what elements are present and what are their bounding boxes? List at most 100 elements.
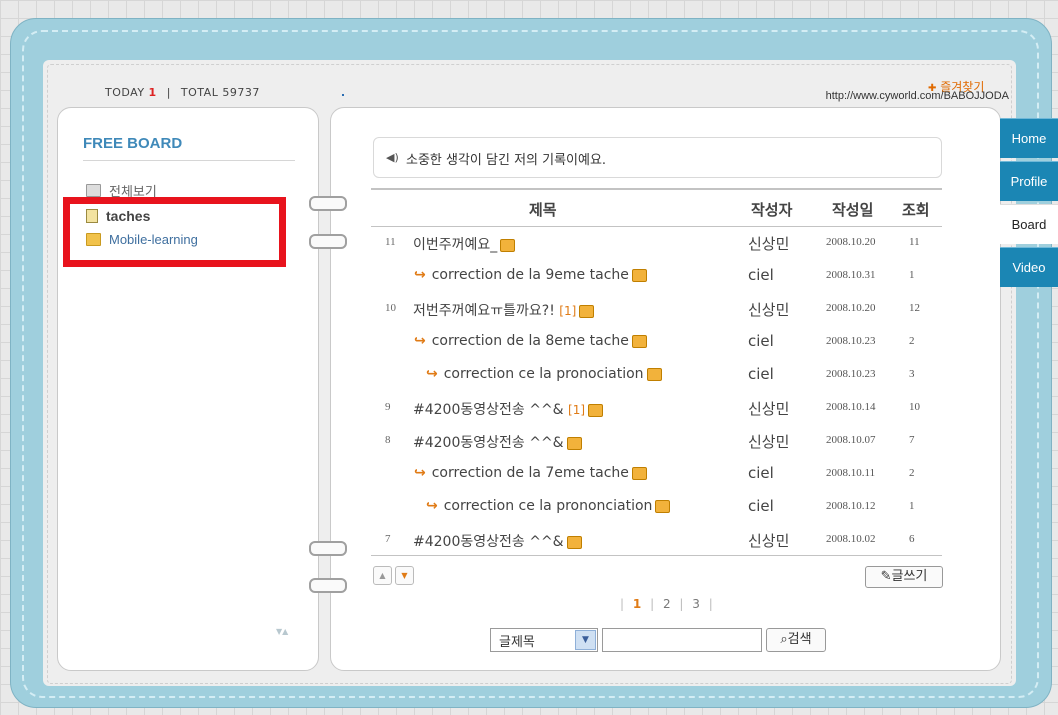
row-number: 11 <box>385 236 396 248</box>
table-row[interactable]: ↪ correction ce la prononciation ciel 2008.… <box>371 491 942 524</box>
title-divider <box>83 160 295 161</box>
total-count: 59737 <box>222 86 260 99</box>
row-subject-link[interactable]: ↪ correction ce la prononciation <box>426 498 671 514</box>
row-author[interactable]: 신상민 <box>748 398 789 419</box>
row-views: 2 <box>909 467 915 479</box>
row-date: 2008.10.02 <box>826 533 876 545</box>
row-author[interactable]: ciel <box>748 365 774 383</box>
row-subject-link[interactable]: #4200동영상전송 ^^& <box>413 531 582 551</box>
table-row[interactable]: ↪ correction de la 8eme tache ciel 2008.10.… <box>371 326 942 359</box>
row-views: 6 <box>909 533 915 545</box>
page-separator: | <box>650 597 655 611</box>
chevron-down-icon[interactable]: ▼ <box>575 630 596 650</box>
row-date: 2008.10.23 <box>826 368 876 380</box>
col-date: 작성일 <box>832 201 874 219</box>
select-value: 글제목 <box>499 635 535 650</box>
tab-profile[interactable]: Profile <box>1000 161 1058 201</box>
row-subject: correction ce la pronociation <box>443 366 644 382</box>
comment-count[interactable]: [1] <box>559 304 576 318</box>
tab-board[interactable]: Board <box>1000 204 1058 244</box>
row-date: 2008.10.20 <box>826 236 876 248</box>
binder-ring <box>309 234 347 249</box>
reply-arrow-icon: ↪ <box>414 333 426 349</box>
row-number: 8 <box>385 434 391 446</box>
homepage-url[interactable]: http://www.cyworld.com/BABOJJODA <box>775 90 1009 102</box>
row-author[interactable]: ciel <box>748 464 774 482</box>
row-views: 1 <box>909 269 915 281</box>
row-author[interactable]: 신상민 <box>748 233 789 254</box>
comment-count[interactable]: [1] <box>568 403 585 417</box>
page-3[interactable]: 3 <box>692 597 700 611</box>
row-author[interactable]: 신상민 <box>748 299 789 320</box>
today-label: TODAY <box>105 86 145 99</box>
table-row[interactable]: 10 저번주꺼예요ㅠ틀까요?! [1] 신상민 2008.10.20 12 <box>371 293 942 326</box>
table-row[interactable]: ↪ correction ce la pronociation ciel 2008.1… <box>371 359 942 392</box>
search-field-select[interactable]: 글제목 ▼ <box>490 628 598 652</box>
tv-icon <box>631 334 647 348</box>
row-author[interactable]: 신상민 <box>748 530 789 551</box>
reply-arrow-icon: ↪ <box>414 267 426 283</box>
search-input[interactable] <box>602 628 762 652</box>
table-header: 제목 작성자 작성일 조회 <box>371 188 942 227</box>
col-subject: 제목 <box>529 201 557 219</box>
row-subject-link[interactable]: #4200동영상전송 ^^& [1] <box>413 399 604 419</box>
message-text: 소중한 생각이 담긴 저의 기록이예요. <box>406 153 607 168</box>
tv-icon <box>631 268 647 282</box>
row-subject-link[interactable]: ↪ correction de la 7eme tache <box>414 465 647 481</box>
row-subject-link[interactable]: 저번주꺼예요ㅠ틀까요?! [1] <box>413 300 595 320</box>
triangle-icon: ▼▲ <box>276 627 289 636</box>
row-views: 12 <box>909 302 920 314</box>
page-1[interactable]: 1 <box>633 597 641 611</box>
page-2[interactable]: 2 <box>663 597 671 611</box>
tab-home[interactable]: Home <box>1000 118 1058 158</box>
row-date: 2008.10.14 <box>826 401 876 413</box>
tv-icon <box>655 499 671 513</box>
page-separator: | <box>620 597 625 611</box>
search-button[interactable]: ⌕검색 <box>766 628 826 652</box>
tv-icon <box>500 238 516 252</box>
row-author[interactable]: ciel <box>748 497 774 515</box>
write-button[interactable]: ✎글쓰기 <box>865 566 943 588</box>
search-label: 검색 <box>787 632 812 647</box>
row-author[interactable]: ciel <box>748 266 774 284</box>
table-body: 11 이번주꺼예요_ 신상민 2008.10.20 11 ↪ correction de l… <box>371 227 942 557</box>
binder-ring <box>309 578 347 593</box>
reply-arrow-icon: ↪ <box>426 366 438 382</box>
row-date: 2008.10.23 <box>826 335 876 347</box>
row-author[interactable]: 신상민 <box>748 431 789 452</box>
tab-video[interactable]: Video <box>1000 247 1058 287</box>
table-row[interactable]: 11 이번주꺼예요_ 신상민 2008.10.20 11 <box>371 227 942 260</box>
scroll-up-button[interactable]: ▲ <box>373 566 392 585</box>
row-number: 7 <box>385 533 391 545</box>
row-subject: #4200동영상전송 ^^& <box>413 435 564 451</box>
page-separator: | <box>708 597 713 611</box>
row-subject-link[interactable]: 이번주꺼예요_ <box>413 234 516 254</box>
row-subject: correction de la 7eme tache <box>431 465 629 481</box>
table-row[interactable]: 8 #4200동영상전송 ^^& 신상민 2008.10.07 7 <box>371 425 942 458</box>
row-date: 2008.10.11 <box>826 467 876 479</box>
table-bottom-line <box>371 555 942 556</box>
row-subject-link[interactable]: ↪ correction ce la pronociation <box>426 366 662 382</box>
row-subject-link[interactable]: ↪ correction de la 8eme tache <box>414 333 647 349</box>
scroll-down-button[interactable]: ▼ <box>395 566 414 585</box>
row-views: 2 <box>909 335 915 347</box>
binder-ring <box>309 541 347 556</box>
table-row[interactable]: 7 #4200동영상전송 ^^& 신상민 2008.10.02 6 <box>371 524 942 557</box>
total-label: TOTAL <box>180 86 219 99</box>
row-views: 7 <box>909 434 915 446</box>
row-subject-link[interactable]: ↪ correction de la 9eme tache <box>414 267 647 283</box>
row-number: 9 <box>385 401 391 413</box>
row-author[interactable]: ciel <box>748 332 774 350</box>
counter-separator: | <box>166 86 171 99</box>
table-row[interactable]: 9 #4200동영상전송 ^^& [1] 신상민 2008.10.14 10 <box>371 392 942 425</box>
row-subject-link[interactable]: #4200동영상전송 ^^& <box>413 432 582 452</box>
table-row[interactable]: ↪ correction de la 9eme tache ciel 2008.10.… <box>371 260 942 293</box>
row-subject: #4200동영상전송 ^^& <box>413 534 564 550</box>
row-subject: 저번주꺼예요ㅠ틀까요?! <box>413 303 555 319</box>
row-views: 11 <box>909 236 920 248</box>
today-count: 1 <box>148 86 157 99</box>
table-row[interactable]: ↪ correction de la 7eme tache ciel 2008.10.… <box>371 458 942 491</box>
tv-icon <box>566 535 582 549</box>
row-number: 10 <box>385 302 396 314</box>
pencil-icon: ✎ <box>880 569 892 584</box>
